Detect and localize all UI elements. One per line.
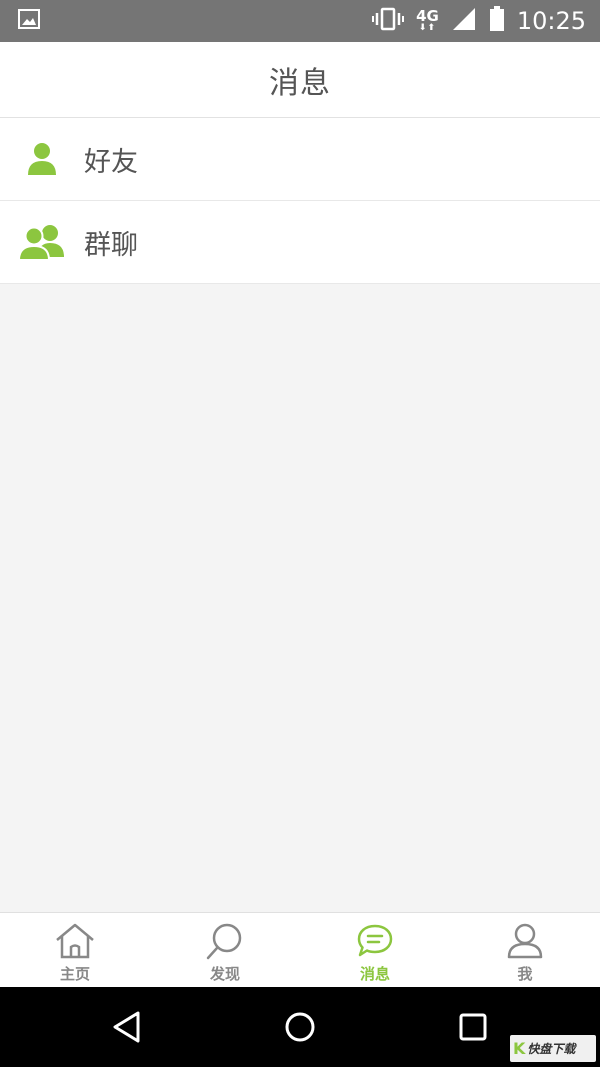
watermark-text: 快盘下载 [527, 1042, 576, 1056]
list-item-groups[interactable]: 群聊 [0, 201, 600, 284]
list-item-friends[interactable]: 好友 [0, 118, 600, 201]
tab-label: 我 [517, 965, 533, 983]
image-notification-icon [18, 9, 40, 33]
recents-square-icon [459, 1013, 487, 1041]
discover-icon [203, 921, 247, 961]
message-list: 好友 群聊 [0, 118, 600, 284]
signal-icon [451, 6, 477, 36]
back-button[interactable] [97, 997, 157, 1057]
bottom-tab-bar: 主页 发现 消息 我 [0, 912, 600, 987]
battery-icon [489, 6, 505, 36]
back-triangle-icon [113, 1011, 140, 1043]
tab-label: 发现 [209, 965, 240, 983]
tab-label: 主页 [59, 965, 90, 983]
status-time: 10:25 [516, 7, 586, 35]
person-icon [18, 139, 66, 179]
vibrate-icon [372, 7, 405, 35]
home-icon [53, 921, 97, 961]
list-item-label: 群聊 [84, 229, 138, 261]
network-indicator: 4G ⬇⬆ [416, 9, 439, 33]
home-nav-button[interactable] [270, 997, 330, 1057]
status-left [18, 9, 40, 33]
tab-profile[interactable]: 我 [450, 913, 600, 987]
watermark-logo: K 快盘下载 [510, 1035, 596, 1062]
tab-home[interactable]: 主页 [0, 913, 150, 987]
group-icon [18, 222, 66, 262]
watermark-k: K [513, 1039, 526, 1058]
data-arrows-icon: ⬇⬆ [418, 23, 436, 33]
profile-icon [503, 921, 547, 961]
network-type: 4G [416, 7, 439, 25]
list-item-label: 好友 [84, 146, 138, 178]
tab-discover[interactable]: 发现 [150, 913, 300, 987]
tab-label: 消息 [359, 965, 390, 983]
recents-button[interactable] [443, 997, 503, 1057]
status-bar: 4G ⬇⬆ 10:25 [0, 0, 600, 42]
title-bar: 消息 [0, 42, 600, 118]
message-icon [353, 921, 397, 961]
status-right: 4G ⬇⬆ 10:25 [372, 6, 586, 36]
page-title: 消息 [269, 65, 331, 101]
home-circle-icon [285, 1012, 315, 1042]
tab-messages[interactable]: 消息 [300, 913, 450, 987]
